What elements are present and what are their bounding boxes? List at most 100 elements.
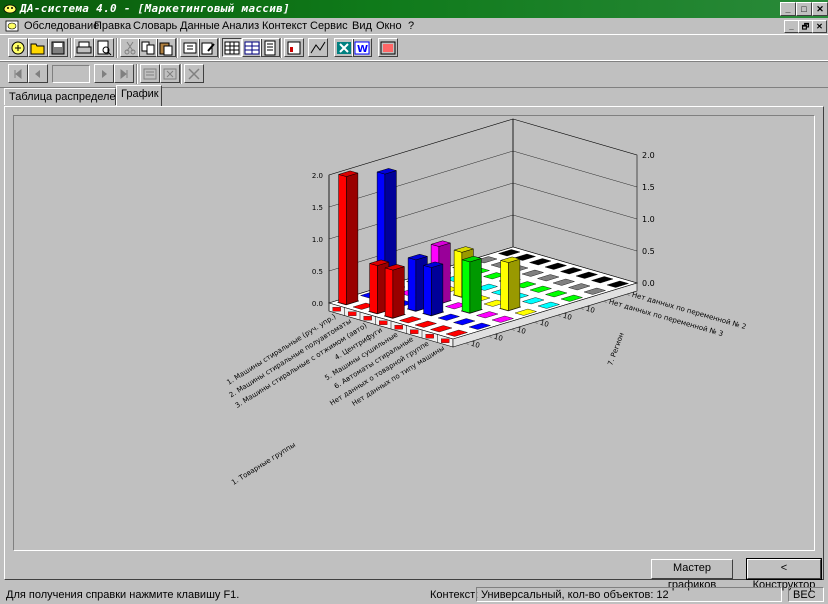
floor-front-marker: [379, 320, 388, 325]
menu-service[interactable]: Сервис: [310, 20, 348, 32]
toolbar-separator: [180, 64, 182, 84]
series-label: 10: [562, 312, 573, 322]
z-tick-label-right: 1.0: [642, 215, 655, 224]
menu-context[interactable]: Контекст: [262, 20, 307, 32]
status-context-label: Контекст:: [430, 589, 479, 601]
cancel-record-button[interactable]: [184, 64, 204, 83]
trend-icon: [310, 41, 326, 54]
print-preview-button[interactable]: [94, 38, 114, 57]
status-context-value: Универсальный, кол-во объектов: 12: [476, 587, 782, 602]
bar-side: [346, 172, 359, 305]
constructor-button[interactable]: < Конструктор: [746, 558, 822, 591]
floor-front-marker: [441, 338, 450, 343]
grid-icon: [244, 41, 260, 55]
menu-window[interactable]: Окно: [376, 20, 402, 32]
trend-button[interactable]: [308, 38, 328, 57]
navigation-toolbar: [0, 60, 828, 88]
maximize-button[interactable]: □: [796, 2, 812, 16]
z-tick-label-right: 0.5: [642, 247, 655, 256]
grid-view-button[interactable]: [242, 38, 262, 57]
z-tick-label-left: 1.5: [312, 204, 323, 212]
table-view-button[interactable]: [222, 38, 242, 57]
prev-record-button[interactable]: [28, 64, 48, 83]
bar-front: [407, 257, 417, 312]
mdi-restore-button[interactable]: 🗗: [798, 20, 813, 33]
bar-side: [431, 263, 444, 316]
printer-icon: [76, 41, 92, 54]
document-view-button[interactable]: [260, 38, 280, 57]
window-button[interactable]: [378, 38, 398, 57]
document-view-icon: [264, 40, 276, 56]
open-folder-icon: [30, 43, 45, 55]
series-label: 10: [539, 319, 550, 329]
bar-side: [392, 266, 405, 319]
menu-help[interactable]: ?: [408, 20, 414, 32]
close-icon: [188, 68, 200, 80]
series-leader: [466, 343, 469, 345]
title-bar[interactable]: ДА-система 4.0 - [Маркетинговый массив] …: [0, 0, 828, 18]
cut-button[interactable]: [120, 38, 140, 57]
new-survey-button[interactable]: [8, 38, 28, 57]
toolbar-separator: [176, 38, 178, 58]
tab-distribution-table[interactable]: Таблица распределений: [4, 88, 134, 105]
chart-area: 2.0 1.5 1.0 0.5 0.0 2.0 1.5 1.0 0.5 0.0 1. Машины …: [13, 115, 815, 551]
prev-icon: [35, 70, 40, 78]
report-button[interactable]: [284, 38, 304, 57]
copy-button[interactable]: [138, 38, 158, 57]
toolbar-separator: [70, 38, 72, 58]
window-icon: [380, 41, 396, 55]
mdi-minimize-button[interactable]: _: [784, 20, 799, 33]
series-leader: [535, 322, 538, 324]
series-leader: [604, 301, 607, 303]
app-icon: [3, 4, 17, 14]
tab-chart[interactable]: График: [116, 85, 162, 106]
bar-front: [500, 260, 509, 311]
edit-button[interactable]: [198, 38, 218, 57]
menu-data[interactable]: Данные: [180, 20, 220, 32]
svg-text:W: W: [357, 44, 368, 55]
bar-front: [369, 263, 378, 314]
open-button[interactable]: [28, 38, 48, 57]
z-tick-label-right: 1.5: [642, 183, 655, 192]
close-button[interactable]: ✕: [812, 2, 828, 16]
minimize-button[interactable]: _: [780, 2, 796, 16]
z-tick-label-left: 0.5: [312, 268, 323, 276]
print-button[interactable]: [74, 38, 94, 57]
paste-button[interactable]: [156, 38, 176, 57]
edit-pencil-icon: [201, 42, 215, 55]
menu-view[interactable]: Вид: [352, 20, 372, 32]
bar-front: [453, 249, 463, 298]
record-number-field[interactable]: [52, 65, 90, 83]
series-label: 10: [470, 340, 481, 350]
add-record-button[interactable]: [140, 64, 160, 83]
menu-bar: Обследование Правка Словарь Данные Анали…: [0, 18, 828, 34]
bar-side: [508, 258, 521, 311]
next-record-button[interactable]: [94, 64, 114, 83]
gridline: [328, 182, 638, 240]
series-leader: [512, 329, 515, 331]
last-record-button[interactable]: [114, 64, 134, 83]
chart-wizard-button[interactable]: Мастер графиков: [651, 559, 733, 591]
floor-front-marker: [394, 325, 403, 330]
first-icon: [14, 68, 22, 80]
export-word-button[interactable]: W: [352, 38, 372, 57]
print-preview-icon: [97, 40, 112, 56]
export-excel-button[interactable]: [334, 38, 354, 57]
mdi-close-button[interactable]: ✕: [812, 20, 827, 33]
menu-analysis[interactable]: Анализ: [222, 20, 259, 32]
next-icon: [102, 70, 107, 78]
bar-front: [384, 267, 394, 319]
delete-record-button[interactable]: [160, 64, 180, 83]
properties-icon: [183, 42, 197, 54]
main-toolbar: W: [0, 34, 828, 62]
toolbar-separator: [218, 38, 220, 58]
menu-dictionary[interactable]: Словарь: [133, 20, 177, 32]
save-disk-icon: [51, 41, 65, 55]
properties-button[interactable]: [180, 38, 200, 57]
first-record-button[interactable]: [8, 64, 28, 83]
menu-edit[interactable]: Правка: [94, 20, 131, 32]
menu-survey[interactable]: Обследование: [24, 20, 99, 32]
document-icon[interactable]: [5, 19, 19, 33]
bar-side: [469, 258, 482, 314]
save-button[interactable]: [48, 38, 68, 57]
